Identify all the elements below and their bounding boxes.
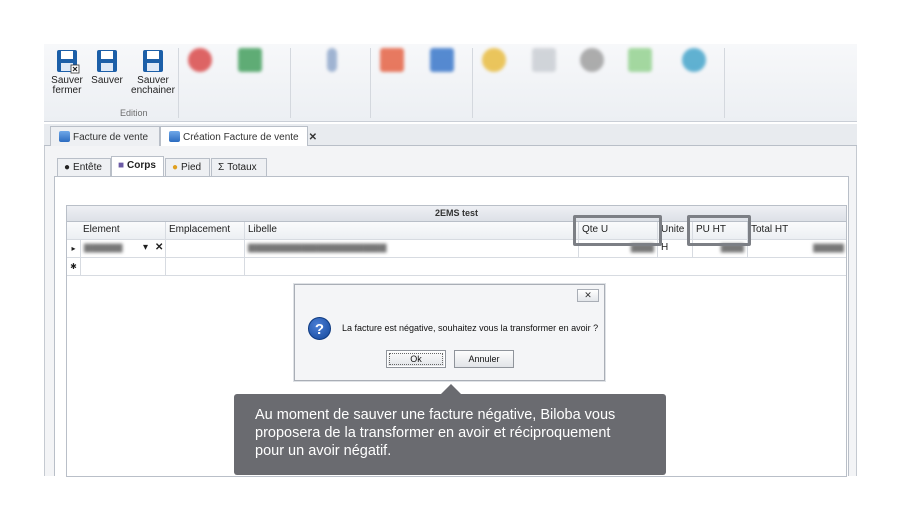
close-icon[interactable]: ✕	[577, 289, 599, 302]
chevron-down-icon[interactable]: ▾	[143, 242, 148, 253]
save-chain-button[interactable]: Sauver enchainer	[130, 48, 176, 96]
dialog-message: La facture est négative, souhaitez vous …	[342, 323, 599, 333]
tab-facture-de-vente[interactable]: Facture de vente	[50, 126, 160, 146]
save-button[interactable]: Sauver	[86, 48, 128, 86]
lock-icon	[482, 48, 506, 72]
tab-pied-label: Pied	[181, 162, 202, 173]
ribbon-blurred-button[interactable]	[302, 48, 362, 76]
row-indicator-icon: ▸	[71, 244, 76, 253]
floppy-disk-close-icon	[57, 50, 80, 74]
globe-icon	[682, 48, 706, 72]
sigma-icon: Σ	[218, 162, 225, 173]
element-cell[interactable]: ▆▆▆▆▆ ▾ ✕	[80, 240, 166, 257]
libelle-cell[interactable]: ▆▆▆▆▆▆▆▆▆▆▆▆▆▆▆▆▆▆	[244, 240, 579, 257]
element-cell[interactable]	[80, 258, 166, 275]
tab-corps-label: Corps	[127, 160, 156, 171]
pdf-icon	[380, 48, 404, 72]
tab-pied[interactable]: ● Pied	[165, 158, 210, 176]
ribbon-blurred-button[interactable]	[374, 48, 410, 76]
new-row-icon: ✱	[70, 262, 77, 271]
close-tab-icon[interactable]: ✕	[309, 132, 317, 143]
ribbon-blurred-button[interactable]	[182, 48, 218, 76]
pen-icon	[327, 48, 337, 72]
save-close-label-2: fermer	[52, 85, 82, 96]
group-separator	[290, 48, 291, 118]
ribbon-toolbar: Sauver fermer Sauver Sauver enchainer Ed…	[44, 44, 857, 122]
totalht-cell[interactable]: ▆▆▆▆	[747, 240, 848, 257]
word-icon	[430, 48, 454, 72]
cancel-button[interactable]: Annuler	[454, 350, 514, 368]
ok-button[interactable]: Ok	[386, 350, 446, 368]
stack-icon	[580, 48, 604, 72]
header-icon: ●	[64, 162, 71, 173]
qte-highlight-box	[573, 215, 662, 246]
clear-icon[interactable]: ✕	[155, 242, 163, 253]
tooltip-arrow	[441, 384, 461, 394]
group-separator	[472, 48, 473, 118]
document-tab-strip: Facture de vente Création Facture de ven…	[44, 124, 857, 147]
ribbon-blurred-button[interactable]	[424, 48, 460, 76]
group-separator	[178, 48, 179, 118]
edition-group-label: Edition	[120, 108, 148, 118]
emplacement-cell[interactable]	[165, 240, 245, 257]
libelle-cell[interactable]	[244, 258, 848, 275]
ribbon-blurred-button[interactable]	[574, 48, 610, 76]
document-icon	[169, 131, 180, 142]
col-element-header[interactable]: Element	[80, 222, 166, 239]
tab-totaux-label: Totaux	[227, 162, 257, 173]
confirm-dialog: ✕ ? La facture est négative, souhaitez v…	[294, 284, 605, 381]
col-totalht-header[interactable]: Total HT	[747, 222, 848, 239]
grid-icon	[532, 48, 556, 72]
red-circle-icon	[188, 48, 212, 72]
document-green-icon	[628, 48, 652, 72]
tooltip-line-1: Au moment de sauver une facture négative…	[255, 407, 616, 423]
tab-corps[interactable]: ■ Corps	[111, 156, 164, 176]
footer-icon: ●	[172, 162, 179, 173]
element-value: ▆▆▆▆▆	[84, 242, 123, 253]
document-icon	[59, 131, 70, 142]
ribbon-blurred-button[interactable]	[522, 48, 566, 76]
tab-entete[interactable]: ● Entête	[57, 158, 111, 176]
totalht-value: ▆▆▆▆	[813, 242, 844, 253]
ribbon-blurred-button[interactable]	[476, 48, 512, 76]
floppy-disk-chain-icon	[143, 50, 163, 72]
save-close-button[interactable]: Sauver fermer	[46, 48, 88, 96]
body-icon: ■	[118, 160, 125, 171]
save-label: Sauver	[91, 75, 123, 86]
green-sheet-icon	[238, 48, 262, 72]
ribbon-blurred-button[interactable]	[232, 48, 268, 76]
tab-totaux[interactable]: Σ Totaux	[211, 158, 267, 176]
tab-label: Facture de vente	[73, 132, 149, 143]
col-libelle-header[interactable]: Libelle	[244, 222, 579, 239]
group-separator	[370, 48, 371, 118]
tooltip-line-2: proposera de la transformer en avoir et …	[255, 425, 611, 441]
new-row[interactable]: ✱	[67, 258, 846, 276]
puht-highlight-box	[687, 215, 751, 246]
unite-value: H	[661, 242, 669, 253]
libelle-value: ▆▆▆▆▆▆▆▆▆▆▆▆▆▆▆▆▆▆	[248, 242, 387, 253]
tab-entete-label: Entête	[73, 162, 102, 173]
ribbon-blurred-button[interactable]	[674, 48, 714, 76]
col-emplacement-header[interactable]: Emplacement	[165, 222, 245, 239]
tab-label: Création Facture de vente	[183, 132, 299, 143]
tooltip-line-3: pour un avoir négatif.	[255, 443, 392, 459]
group-separator	[724, 48, 725, 118]
emplacement-cell[interactable]	[165, 258, 245, 275]
floppy-disk-icon	[97, 50, 117, 72]
question-icon: ?	[308, 317, 331, 340]
explanation-tooltip: Au moment de sauver une facture négative…	[234, 394, 666, 475]
save-chain-label-2: enchainer	[131, 85, 175, 96]
tab-creation-facture[interactable]: Création Facture de vente ✕	[160, 126, 317, 147]
ribbon-blurred-button[interactable]	[622, 48, 658, 76]
